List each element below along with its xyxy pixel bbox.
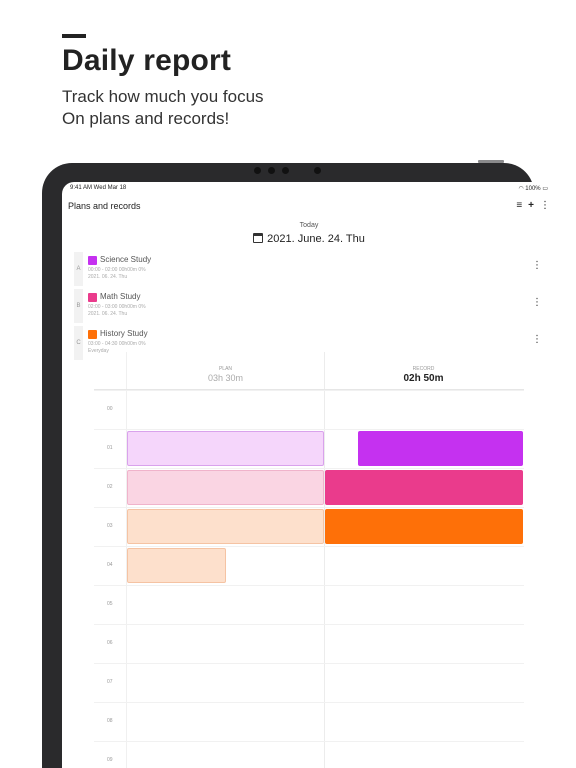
timetable: PLAN 03h 30m RECORD 02h 50m 00 01 02 03 … bbox=[94, 352, 524, 768]
plan-date: 2021. 06. 24. Thu bbox=[88, 311, 128, 317]
hero-subtitle-line-1: Track how much you focus bbox=[62, 87, 264, 106]
camera-lens bbox=[282, 167, 289, 174]
plan-column-label: PLAN bbox=[218, 366, 233, 372]
hour-row: 00 bbox=[94, 390, 524, 429]
app-bar-title: Plans and records bbox=[68, 201, 141, 211]
hour-row: 06 bbox=[94, 624, 524, 663]
status-battery: ◠ 100% ▭ bbox=[518, 185, 548, 192]
camera-dot bbox=[314, 167, 321, 174]
hour-label: 04 bbox=[107, 562, 113, 568]
hour-row: 05 bbox=[94, 585, 524, 624]
camera-dot bbox=[254, 167, 261, 174]
plan-name: History Study bbox=[100, 329, 148, 338]
plan-time: 03:00 - 04:30 00h00m 0% bbox=[88, 341, 146, 347]
record-block-science[interactable] bbox=[358, 431, 523, 466]
battery-text: 100% bbox=[525, 186, 541, 192]
plan-name: Math Study bbox=[100, 292, 141, 301]
plan-item-math[interactable]: B Math Study 02:00 - 03:00 00h00m 0% 202… bbox=[74, 289, 542, 323]
plan-block-math[interactable] bbox=[127, 470, 324, 505]
hour-row: 08 bbox=[94, 702, 524, 741]
plan-block-science[interactable] bbox=[127, 431, 324, 466]
plan-name: Science Study bbox=[100, 255, 152, 264]
more-vertical-icon[interactable]: ⋮ bbox=[532, 297, 542, 308]
hour-label: 05 bbox=[107, 601, 113, 607]
plan-letter: C bbox=[74, 326, 83, 360]
plan-date: 2021. 06. 24. Thu bbox=[88, 274, 128, 280]
hour-label: 06 bbox=[107, 640, 113, 646]
record-block-math[interactable] bbox=[325, 470, 523, 505]
status-time: 9:41 AM Wed Mar 18 bbox=[70, 185, 127, 191]
record-block-history[interactable] bbox=[325, 509, 523, 544]
battery-icon: ▭ bbox=[540, 186, 548, 192]
hour-label: 01 bbox=[107, 445, 113, 451]
list-icon[interactable]: ≡ bbox=[516, 200, 522, 211]
hour-label: 03 bbox=[107, 523, 113, 529]
plan-letter: A bbox=[74, 252, 83, 286]
camera-dot bbox=[268, 167, 275, 174]
power-button bbox=[478, 160, 504, 163]
hour-label: 07 bbox=[107, 679, 113, 685]
hour-label: 08 bbox=[107, 718, 113, 724]
app-screen: 9:41 AM Wed Mar 18 ◠ 100% ▭ Plans and re… bbox=[62, 182, 556, 768]
hour-label: 00 bbox=[107, 406, 113, 412]
plan-item-science[interactable]: A Science Study 00:00 - 02:00 00h00m 0% … bbox=[74, 252, 542, 286]
plus-icon[interactable]: + bbox=[528, 200, 534, 211]
hour-row: 07 bbox=[94, 663, 524, 702]
hero-dash bbox=[62, 34, 86, 38]
hero-title: Daily report bbox=[62, 44, 232, 77]
plan-color-swatch bbox=[88, 256, 97, 265]
date-label: Today bbox=[299, 222, 319, 229]
plan-time: 02:00 - 03:00 00h00m 0% bbox=[88, 304, 146, 310]
plan-block-history[interactable] bbox=[127, 509, 324, 544]
date-value: 2021. June. 24. Thu bbox=[267, 233, 365, 245]
plan-total: 03h 30m bbox=[207, 373, 244, 383]
hero-subtitle-line-2: On plans and records! bbox=[62, 109, 230, 128]
plan-color-swatch bbox=[88, 293, 97, 302]
date-selector[interactable]: 2021. June. 24. Thu bbox=[62, 233, 556, 245]
more-vertical-icon[interactable]: ⋮ bbox=[532, 334, 542, 345]
plan-letter: B bbox=[74, 289, 83, 323]
plan-block-history-cont[interactable] bbox=[127, 548, 226, 583]
record-total: 02h 50m bbox=[403, 373, 444, 384]
app-bar: Plans and records ≡ + ⋮ bbox=[62, 197, 556, 215]
more-vertical-icon[interactable]: ⋮ bbox=[540, 200, 550, 211]
plan-time: 00:00 - 02:00 00h00m 0% bbox=[88, 267, 146, 273]
more-vertical-icon[interactable]: ⋮ bbox=[532, 260, 542, 271]
status-bar: 9:41 AM Wed Mar 18 ◠ 100% ▭ bbox=[62, 182, 556, 194]
hour-label: 02 bbox=[107, 484, 113, 490]
plan-color-swatch bbox=[88, 330, 97, 339]
hour-row: 09 bbox=[94, 741, 524, 768]
calendar-icon[interactable] bbox=[253, 233, 264, 243]
record-column-label: RECORD bbox=[412, 366, 435, 372]
hour-label: 09 bbox=[107, 757, 113, 763]
hero-subtitle: Track how much you focus On plans and re… bbox=[62, 86, 264, 130]
